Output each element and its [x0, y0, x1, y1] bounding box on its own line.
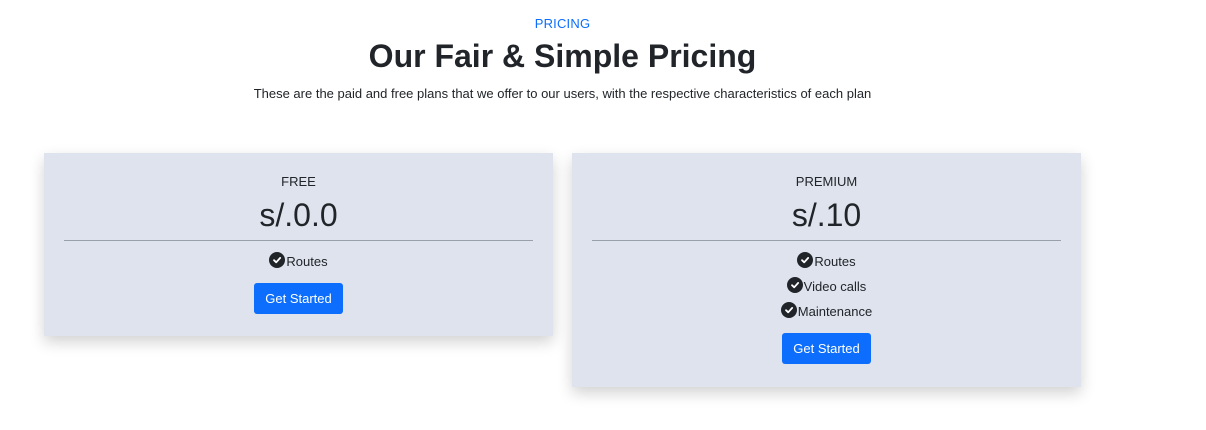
page-title: Our Fair & Simple Pricing [368, 38, 757, 74]
section-eyebrow: PRICING [534, 16, 591, 31]
feature-list: Routes [44, 249, 553, 274]
feature-label: Routes [814, 253, 856, 269]
check-circle-icon [786, 276, 803, 293]
divider [592, 240, 1061, 241]
feature-item: Video calls [572, 274, 1081, 299]
plan-price: s/.0.0 [259, 197, 338, 233]
plan-card-free: FREE s/.0.0 Routes Get Started [44, 153, 553, 336]
plan-name: FREE [281, 174, 316, 189]
feature-item: Maintenance [572, 299, 1081, 324]
divider [64, 240, 533, 241]
pricing-section: PRICING Our Fair & Simple Pricing These … [0, 0, 1206, 430]
get-started-button-premium[interactable]: Get Started [782, 333, 871, 364]
plan-card-premium: PREMIUM s/.10 Routes Video calls Mainten [572, 153, 1081, 387]
plan-price: s/.10 [791, 197, 862, 233]
check-circle-icon [797, 251, 814, 268]
feature-label: Video calls [803, 278, 867, 294]
feature-item: Routes [572, 249, 1081, 274]
feature-label: Routes [286, 253, 328, 269]
feature-item: Routes [44, 249, 553, 274]
check-circle-icon [269, 251, 286, 268]
check-circle-icon [780, 301, 797, 318]
plan-name: PREMIUM [795, 174, 858, 189]
feature-list: Routes Video calls Maintenance [572, 249, 1081, 324]
feature-label: Maintenance [797, 303, 873, 319]
get-started-button-free[interactable]: Get Started [254, 283, 343, 314]
page-subtitle: These are the paid and free plans that w… [253, 86, 872, 101]
